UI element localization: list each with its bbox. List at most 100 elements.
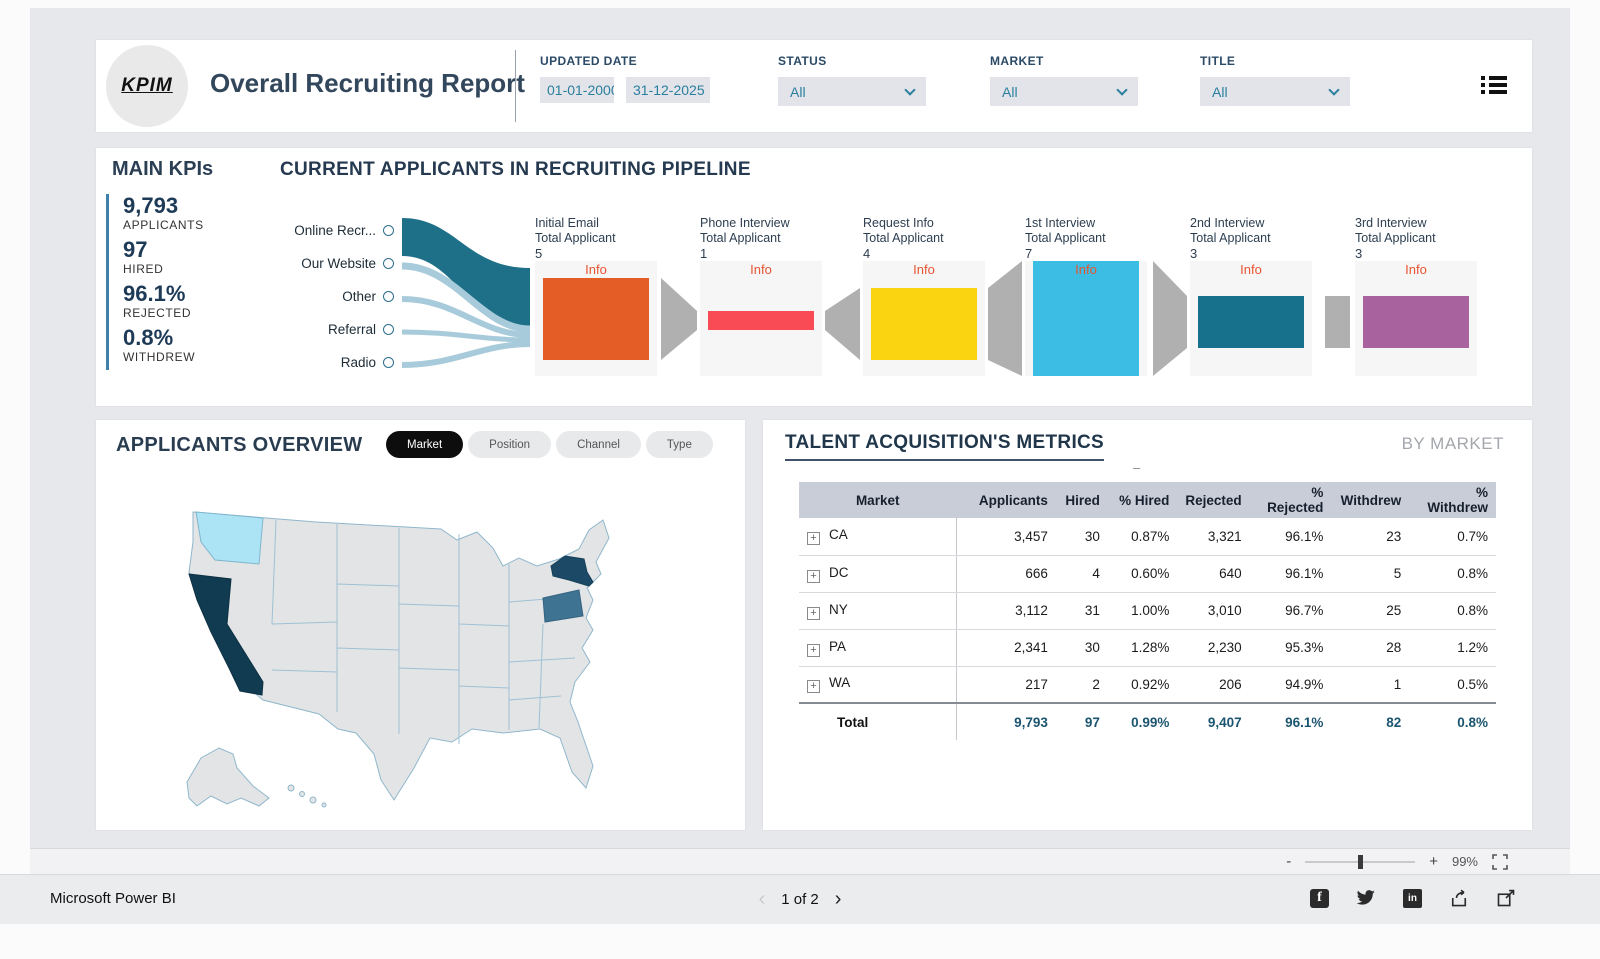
kpi-list: 9,793 APPLICANTS 97 HIRED 96.1% REJECTED… xyxy=(106,194,204,370)
col-withdrew: Withdrew xyxy=(1331,482,1409,518)
kpi-value-applicants: 9,793 xyxy=(123,194,204,218)
stage-bar[interactable] xyxy=(1363,296,1469,348)
stage-bar[interactable] xyxy=(543,278,649,360)
expand-icon[interactable]: + xyxy=(807,532,820,545)
kpi-label-applicants: APPLICANTS xyxy=(123,218,204,232)
kpi-label-rejected: REJECTED xyxy=(123,306,204,320)
state-HI xyxy=(310,797,316,803)
info-link[interactable]: Info xyxy=(1355,262,1477,277)
zoom-in-button[interactable]: + xyxy=(1429,854,1438,869)
us-map xyxy=(121,472,721,822)
tab-channel[interactable]: Channel xyxy=(556,431,641,458)
date-to-input[interactable]: 31-12-2025 xyxy=(626,77,710,103)
logo-text: KPIM xyxy=(121,75,173,97)
filter-title: TITLE All xyxy=(1200,54,1350,106)
stage-bar[interactable] xyxy=(1033,261,1139,376)
talent-metrics-panel: TALENT ACQUISITION'S METRICS BY MARKET –… xyxy=(763,420,1532,830)
info-link[interactable]: Info xyxy=(1190,262,1312,277)
connector-bar xyxy=(1325,296,1350,348)
filter-market: MARKET All xyxy=(990,54,1138,106)
connector-arrow xyxy=(1153,261,1187,376)
stage-initial-email: Initial Email Total Applicant 5 Info xyxy=(535,216,657,376)
share-icon[interactable] xyxy=(1449,888,1469,908)
overview-section-title: APPLICANTS OVERVIEW xyxy=(116,434,362,457)
powerbi-brand: Microsoft Power BI xyxy=(50,890,176,907)
updated-date-label: UPDATED DATE xyxy=(540,54,710,68)
next-page-icon[interactable]: › xyxy=(835,888,842,911)
chevron-down-icon xyxy=(904,84,915,95)
sankey-source-online-recruiting[interactable]: Online Recr... xyxy=(204,223,394,238)
table-row: +WA 217 2 0.92% 206 94.9% 1 0.5% xyxy=(799,666,1496,703)
date-from-input[interactable]: 01-01-2000 xyxy=(540,77,614,103)
stage-request-info: Request Info Total Applicant 4 Info xyxy=(863,216,985,376)
facebook-icon[interactable]: f xyxy=(1310,889,1329,908)
linkedin-icon[interactable]: in xyxy=(1403,889,1422,908)
table-row: +PA 2,341 30 1.28% 2,230 95.3% 28 1.2% xyxy=(799,629,1496,666)
status-dropdown[interactable]: All xyxy=(778,77,926,106)
info-link[interactable]: Info xyxy=(535,262,657,277)
open-in-new-icon[interactable] xyxy=(1496,888,1516,908)
stage-bar[interactable] xyxy=(871,288,977,360)
zoom-slider-thumb[interactable] xyxy=(1358,855,1363,869)
tab-position[interactable]: Position xyxy=(468,431,551,458)
info-link[interactable]: Info xyxy=(700,262,822,277)
sankey-source-referral[interactable]: Referral xyxy=(204,322,394,337)
title-label: TITLE xyxy=(1200,54,1350,68)
expand-icon[interactable]: + xyxy=(807,607,820,620)
zoom-out-button[interactable]: - xyxy=(1286,854,1291,869)
stage-2nd-interview: 2nd Interview Total Applicant 3 Info xyxy=(1190,216,1312,376)
col-applicants: Applicants xyxy=(956,482,1056,518)
node-circle-icon xyxy=(383,324,394,335)
power-bi-report-viewer: KPIM Overall Recruiting Report UPDATED D… xyxy=(0,0,1600,959)
connector-arrow xyxy=(988,261,1022,376)
stage-bar[interactable] xyxy=(708,311,814,330)
page-title: Overall Recruiting Report xyxy=(210,68,525,99)
sankey-flows xyxy=(396,210,536,385)
twitter-icon[interactable] xyxy=(1356,888,1376,908)
sankey-source-our-website[interactable]: Our Website xyxy=(204,256,394,271)
market-dropdown[interactable]: All xyxy=(990,77,1138,106)
expand-icon[interactable]: + xyxy=(807,644,820,657)
overview-tabs: Market Position Channel Type xyxy=(386,431,713,458)
table-row: +NY 3,112 31 1.00% 3,010 96.7% 25 0.8% xyxy=(799,592,1496,629)
kpi-label-hired: HIRED xyxy=(123,262,204,276)
expand-icon[interactable]: + xyxy=(807,680,820,693)
fit-to-screen-icon[interactable] xyxy=(1492,854,1508,870)
metrics-subtitle: BY MARKET xyxy=(1402,434,1504,454)
kpi-value-hired: 97 xyxy=(123,238,204,262)
sankey-source-radio[interactable]: Radio xyxy=(204,355,394,370)
market-value: All xyxy=(1002,84,1018,100)
stage-phone-interview: Phone Interview Total Applicant 1 Info xyxy=(700,216,822,376)
metrics-section-title: TALENT ACQUISITION'S METRICS xyxy=(785,432,1104,461)
kpi-section-title: MAIN KPIs xyxy=(112,158,213,181)
state-HI xyxy=(322,803,326,807)
zoom-slider[interactable] xyxy=(1305,861,1415,863)
expand-icon[interactable]: + xyxy=(807,570,820,583)
title-dropdown[interactable]: All xyxy=(1200,77,1350,106)
info-link[interactable]: Info xyxy=(863,262,985,277)
col-pct-rejected: % Rejected xyxy=(1250,482,1332,518)
page-indicator: 1 of 2 xyxy=(781,891,819,908)
prev-page-icon[interactable]: ‹ xyxy=(759,888,766,911)
stage-bar[interactable] xyxy=(1198,296,1304,348)
menu-list-icon[interactable] xyxy=(1481,76,1485,97)
zoom-level: 99% xyxy=(1452,854,1478,869)
collapse-dash-icon[interactable]: – xyxy=(1133,460,1140,475)
col-market: Market xyxy=(799,482,956,518)
sankey-source-other[interactable]: Other xyxy=(204,289,394,304)
applicants-overview-panel: APPLICANTS OVERVIEW Market Position Chan… xyxy=(96,420,745,830)
chevron-down-icon xyxy=(1116,84,1127,95)
filter-updated-date: UPDATED DATE 01-01-2000 31-12-2025 xyxy=(540,54,710,103)
col-pct-hired: % Hired xyxy=(1108,482,1178,518)
zoom-toolbar: - + 99% xyxy=(30,848,1570,874)
divider xyxy=(515,50,516,122)
stage-3rd-interview: 3rd Interview Total Applicant 3 Info xyxy=(1355,216,1477,376)
table-row: +DC 666 4 0.60% 640 96.1% 5 0.8% xyxy=(799,555,1496,592)
kpi-value-rejected: 96.1% xyxy=(123,282,204,306)
tab-market[interactable]: Market xyxy=(386,431,463,458)
tab-type[interactable]: Type xyxy=(646,431,713,458)
connector-arrow xyxy=(825,288,860,360)
col-hired: Hired xyxy=(1056,482,1108,518)
connector-arrow xyxy=(661,278,697,360)
info-link[interactable]: Info xyxy=(1025,262,1147,277)
